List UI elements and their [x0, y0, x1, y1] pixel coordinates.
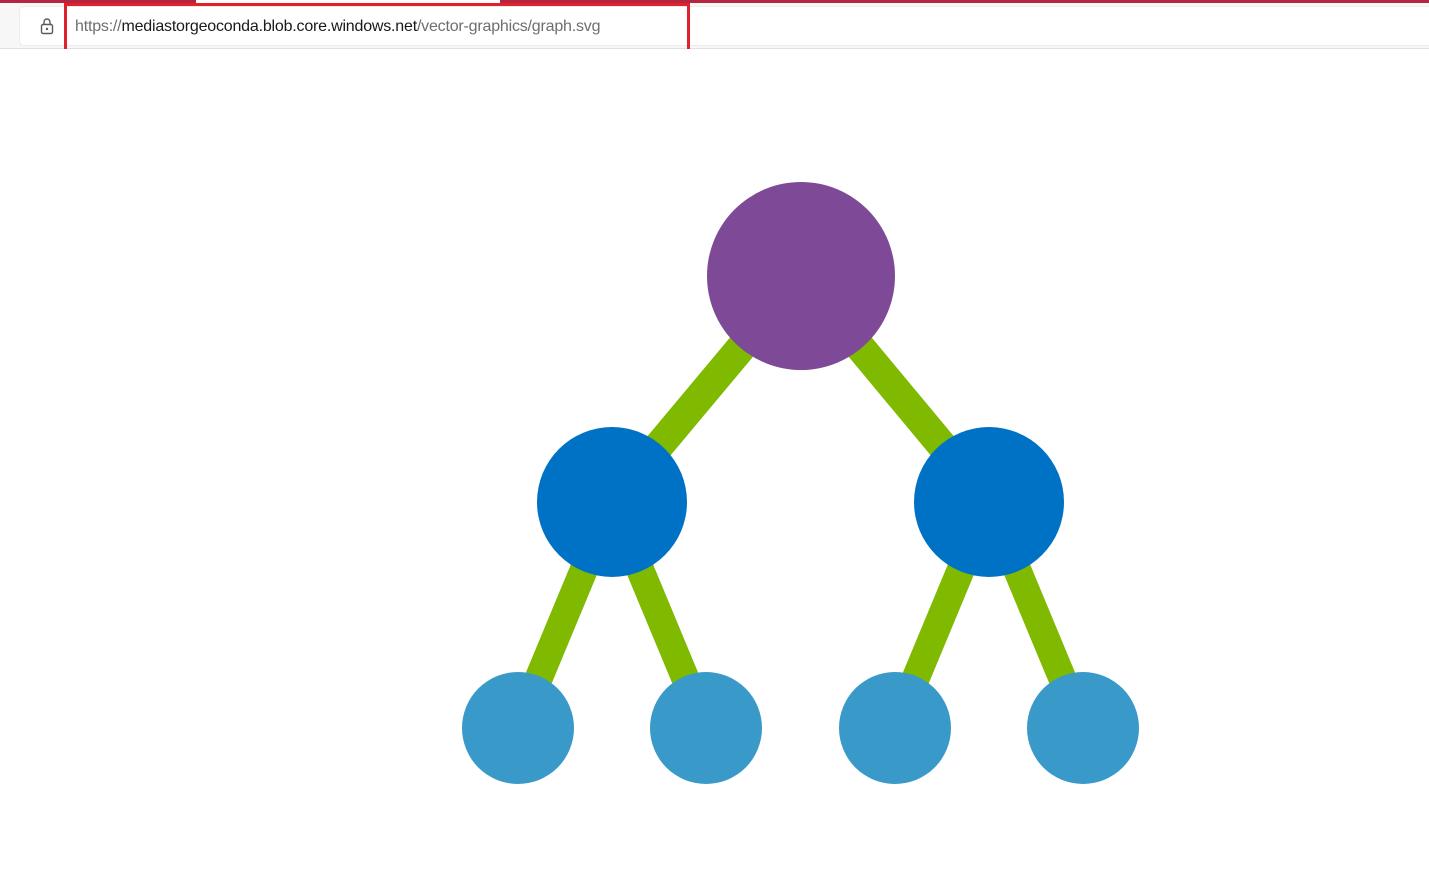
graph-nodes: [462, 182, 1139, 784]
graph-node-middle-left: [537, 427, 687, 577]
page-viewport: [0, 49, 1429, 885]
graph-node-leaf-2: [650, 672, 762, 784]
graph-node-leaf-3: [839, 672, 951, 784]
url-highlight-annotation: [64, 3, 690, 54]
graph-node-leaf-4: [1027, 672, 1139, 784]
graph-svg-image: [462, 182, 1139, 784]
graph-node-leaf-1: [462, 672, 574, 784]
graph-node-middle-right: [914, 427, 1064, 577]
graph-node-root: [707, 182, 895, 370]
lock-icon[interactable]: [38, 17, 56, 35]
